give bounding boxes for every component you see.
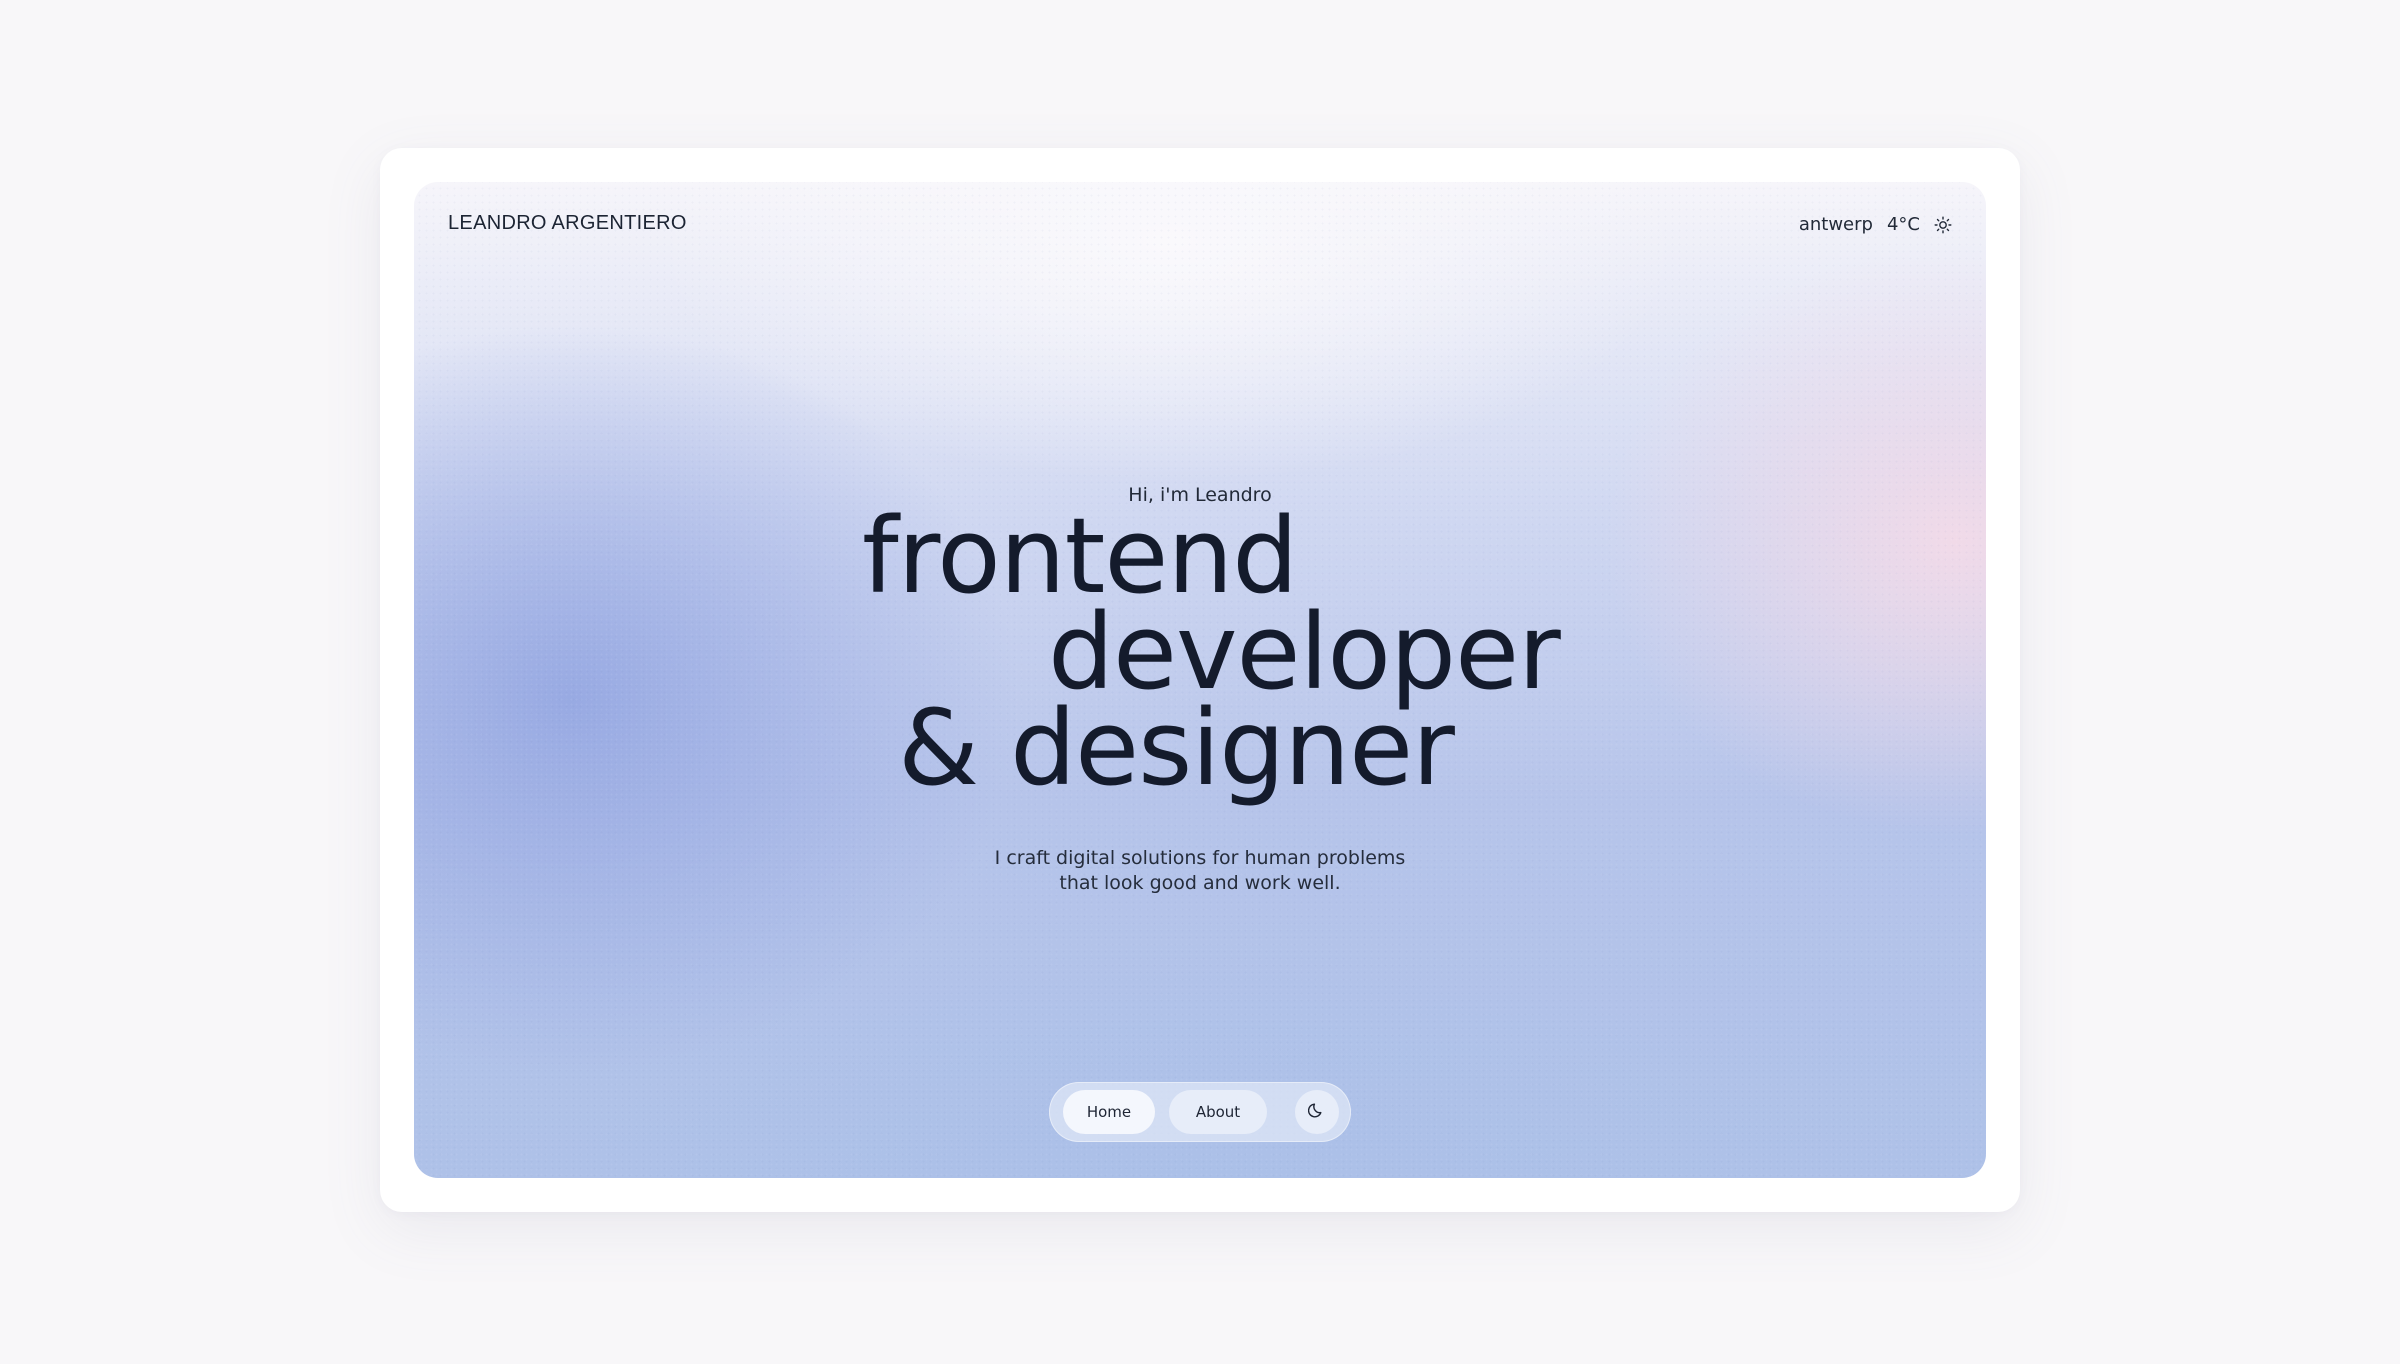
hero-section: LEANDRO ARGENTIERO antwerp 4°C Hi, i'm L…: [414, 182, 1986, 1178]
sun-icon: [1934, 216, 1952, 234]
browser-frame: LEANDRO ARGENTIERO antwerp 4°C Hi, i'm L…: [380, 148, 2020, 1212]
weather-widget: antwerp 4°C: [1799, 214, 1952, 235]
weather-city: antwerp: [1798, 214, 1873, 235]
bottom-nav: Home About: [1049, 1082, 1351, 1142]
weather-temperature: 4°C: [1886, 214, 1920, 235]
theme-toggle-button[interactable]: [1295, 1090, 1339, 1134]
moon-icon: [1307, 1101, 1326, 1123]
headline-line-frontend: frontend: [862, 495, 1298, 617]
hero-tagline: I craft digital solutions for human prob…: [414, 846, 1986, 896]
tagline-line-2: that look good and work well.: [1059, 872, 1341, 894]
tagline-line-1: I craft digital solutions for human prob…: [994, 847, 1406, 869]
site-logo[interactable]: LEANDRO ARGENTIERO: [448, 212, 687, 235]
headline-line-developer: developer: [1048, 591, 1561, 713]
nav-home-button[interactable]: Home: [1063, 1090, 1155, 1134]
headline-line-designer: & designer: [898, 687, 1455, 809]
nav-about-button[interactable]: About: [1169, 1090, 1267, 1134]
